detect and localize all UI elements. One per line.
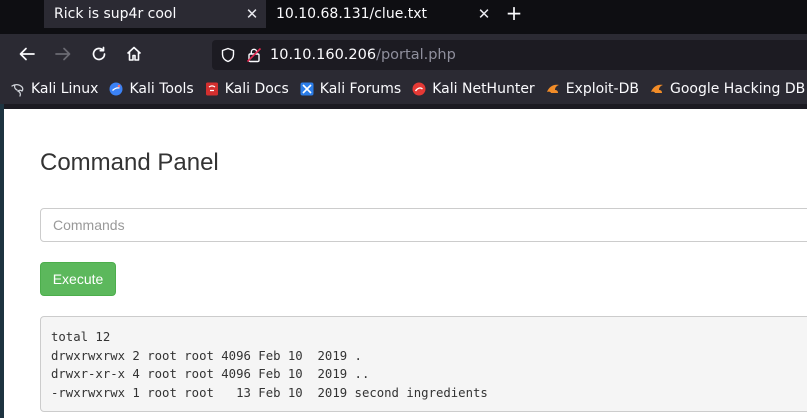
- reload-button[interactable]: [86, 41, 112, 67]
- kali-tools-icon: [109, 82, 123, 96]
- shield-icon[interactable]: [220, 47, 236, 63]
- kali-nethunter-icon: [412, 82, 426, 96]
- bookmark-kali-tools[interactable]: Kali Tools: [108, 81, 194, 97]
- bookmark-label: Kali NetHunter: [432, 81, 535, 97]
- kali-forums-icon: [300, 82, 314, 96]
- exploit-db-icon: [546, 84, 559, 93]
- bookmark-label: Exploit-DB: [565, 81, 639, 97]
- commands-input[interactable]: [40, 208, 807, 242]
- bookmarks-toolbar: Kali Linux Kali Tools Kali Docs Kali For…: [0, 74, 807, 104]
- reload-icon: [92, 46, 106, 61]
- navigation-bar: 10.10.160.206/portal.php: [0, 34, 807, 74]
- insecure-lock-icon[interactable]: [246, 47, 262, 63]
- bookmark-kali-nethunter[interactable]: Kali NetHunter: [411, 81, 535, 97]
- tab-label: 10.10.68.131/clue.txt: [276, 6, 428, 22]
- command-output: total 12 drwxrwxrwx 2 root root 4096 Feb…: [40, 316, 807, 412]
- tab-clue-txt[interactable]: 10.10.68.131/clue.txt ✕: [266, 0, 498, 28]
- output-line: drwxr-xr-x 4 root root 4096 Feb 10 2019 …: [51, 367, 370, 382]
- bookmark-google-hacking-db[interactable]: Google Hacking DB: [649, 81, 805, 97]
- kali-docs-icon: [205, 82, 218, 96]
- home-button[interactable]: [121, 41, 147, 67]
- kali-dragon-icon: [11, 83, 24, 97]
- url-text[interactable]: 10.10.160.206/portal.php: [270, 47, 456, 63]
- arrow-right-icon: [55, 47, 71, 61]
- close-tab-icon[interactable]: ✕: [238, 5, 266, 23]
- execute-button[interactable]: Execute: [40, 262, 116, 296]
- page-title: Command Panel: [40, 149, 219, 176]
- tab-label: Rick is sup4r cool: [54, 6, 177, 22]
- bookmark-exploit-db[interactable]: Exploit-DB: [545, 81, 639, 97]
- url-host: 10.10.160.206: [270, 47, 377, 63]
- bookmark-label: Kali Docs: [224, 81, 289, 97]
- bookmark-label: Kali Linux: [31, 81, 99, 97]
- back-button[interactable]: [14, 41, 40, 67]
- new-tab-button[interactable]: +: [500, 0, 528, 28]
- close-tab-icon[interactable]: ✕: [470, 5, 498, 23]
- forward-button[interactable]: [50, 41, 76, 67]
- tab-strip: Rick is sup4r cool ✕ 10.10.68.131/clue.t…: [0, 0, 807, 34]
- bookmark-label: Google Hacking DB: [669, 81, 806, 97]
- bookmark-kali-docs[interactable]: Kali Docs: [204, 81, 289, 97]
- output-line: total 12: [51, 330, 111, 344]
- home-icon: [126, 46, 142, 61]
- output-line: -rwxrwxrwx 1 root root 13 Feb 10 2019 se…: [51, 385, 488, 400]
- bookmark-kali-forums[interactable]: Kali Forums: [299, 81, 401, 97]
- bookmark-label: Kali Tools: [129, 81, 194, 97]
- url-bar[interactable]: 10.10.160.206/portal.php: [212, 40, 807, 70]
- page-content: Command Panel Execute total 12 drwxrwxrw…: [4, 109, 807, 418]
- output-line: drwxrwxrwx 2 root root 4096 Feb 10 2019 …: [51, 348, 362, 363]
- bookmark-kali-linux[interactable]: Kali Linux: [10, 81, 98, 97]
- tab-rick-is-sup4r-cool[interactable]: Rick is sup4r cool ✕: [44, 0, 266, 28]
- bookmark-label: Kali Forums: [319, 81, 402, 97]
- arrow-left-icon: [19, 47, 35, 61]
- ghdb-icon: [650, 84, 663, 93]
- url-path: /portal.php: [376, 47, 456, 63]
